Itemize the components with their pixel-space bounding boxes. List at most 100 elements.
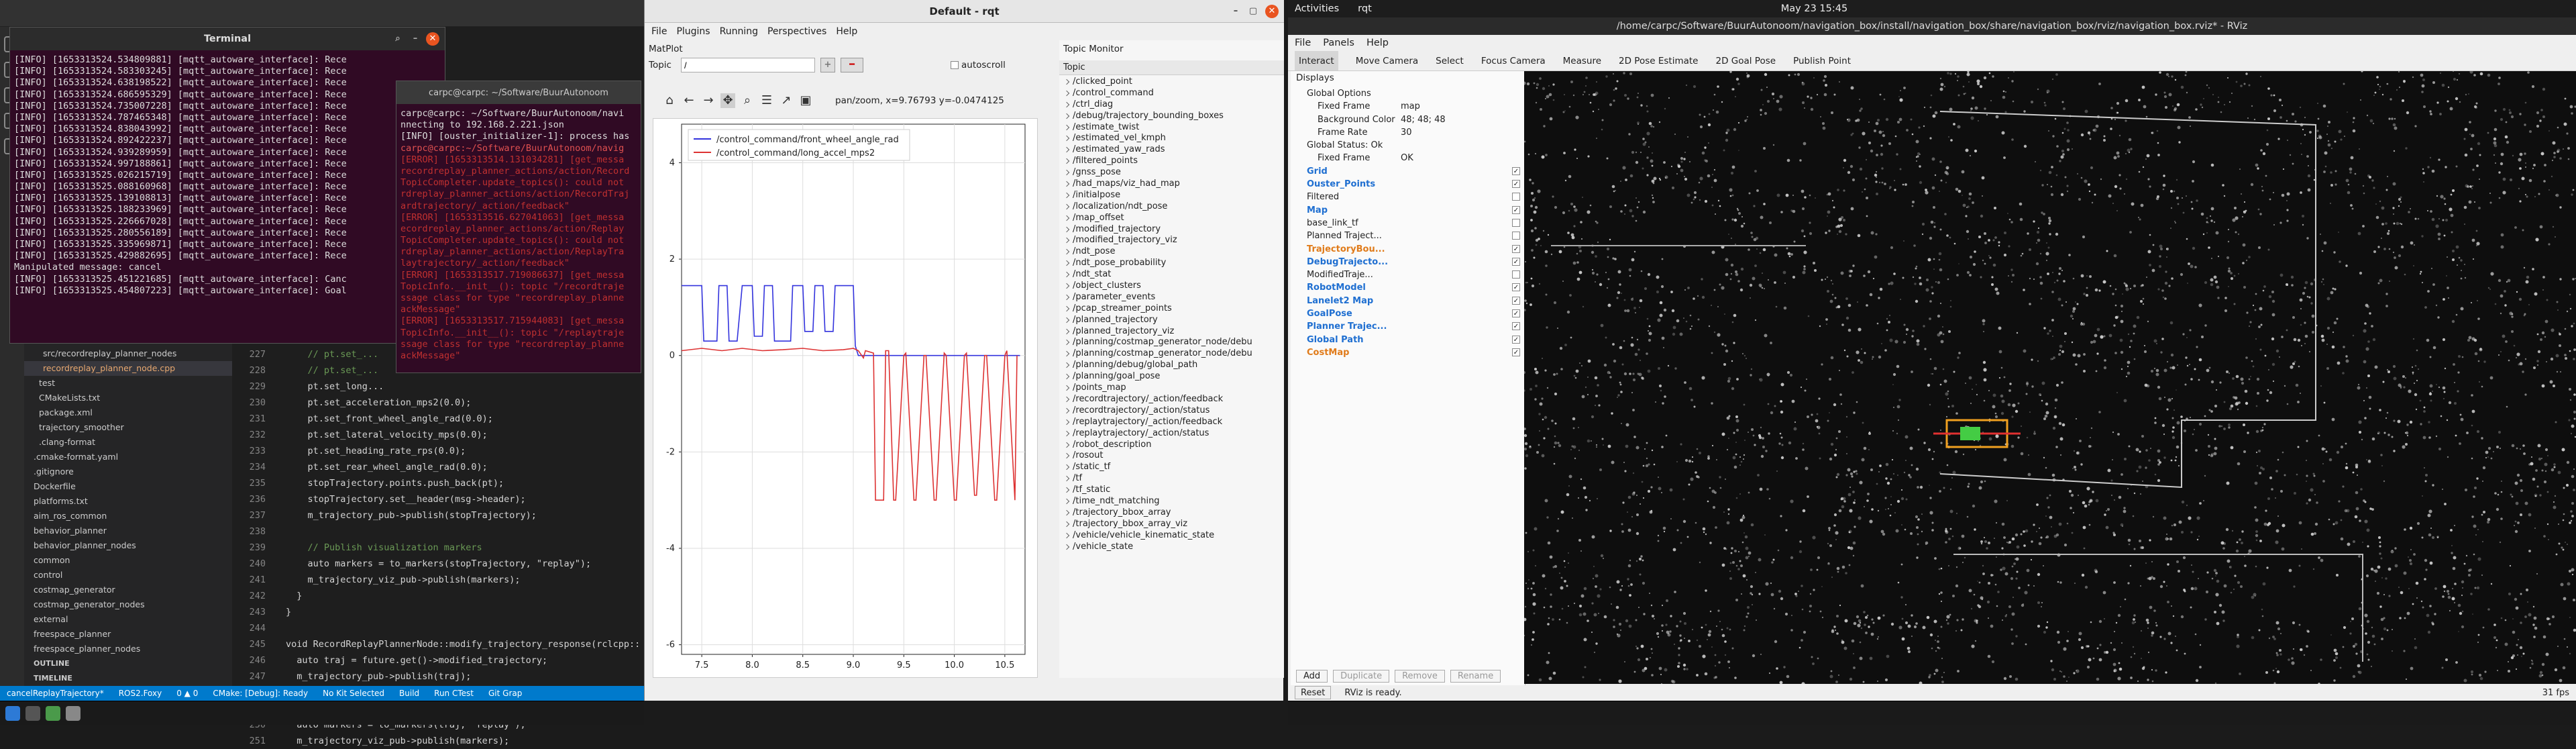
display-checkbox[interactable]: ✓: [1512, 166, 1520, 175]
topic-row[interactable]: /rosout: [1059, 450, 1284, 462]
reset-button[interactable]: Reset: [1295, 686, 1332, 699]
search-icon[interactable]: ⌕: [391, 32, 405, 46]
topic-row[interactable]: /time_ndt_matching: [1059, 496, 1284, 507]
display-checkbox[interactable]: ✓: [1512, 348, 1520, 356]
topic-row[interactable]: /tf: [1059, 473, 1284, 485]
back-icon[interactable]: ←: [682, 93, 696, 108]
explorer-item[interactable]: behavior_planner: [24, 523, 232, 538]
display-checkbox[interactable]: ✓: [1512, 244, 1520, 253]
topic-row[interactable]: /had_maps/viz_had_map: [1059, 179, 1284, 190]
status-item[interactable]: CMake: [Debug]: Ready: [213, 689, 308, 698]
topic-row[interactable]: /modified_trajectory: [1059, 224, 1284, 236]
display-item[interactable]: DebugTrajecto... ✓: [1291, 256, 1525, 268]
menu-item[interactable]: File: [1295, 35, 1311, 51]
display-item[interactable]: Planned Traject...: [1291, 230, 1525, 242]
explorer-item[interactable]: control: [24, 568, 232, 583]
tool-button[interactable]: Select: [1436, 51, 1464, 70]
display-item[interactable]: Grid ✓: [1291, 165, 1525, 178]
explorer-item[interactable]: package.xml: [24, 405, 232, 420]
topic-row[interactable]: /estimated_yaw_rads: [1059, 144, 1284, 156]
explorer-item[interactable]: costmap_generator_nodes: [24, 597, 232, 612]
activities-button[interactable]: Activities: [1295, 3, 1339, 14]
display-item[interactable]: TrajectoryBou... ✓: [1291, 243, 1525, 256]
terminal-window-secondary[interactable]: carpc@carpc: ~/Software/BuurAutonoom car…: [396, 81, 641, 373]
topic-header[interactable]: Topic: [1059, 60, 1284, 75]
menu-item[interactable]: Help: [1366, 35, 1389, 51]
tool-button[interactable]: 2D Pose Estimate: [1619, 51, 1698, 70]
home-icon[interactable]: ⌂: [662, 93, 677, 108]
minimize-icon[interactable]: –: [409, 32, 422, 46]
display-checkbox[interactable]: ✓: [1512, 205, 1520, 214]
zoom-icon[interactable]: ⌕: [740, 93, 755, 108]
topic-row[interactable]: /localization/ndt_pose: [1059, 201, 1284, 213]
save-icon[interactable]: ▣: [798, 93, 813, 108]
rviz-3d-viewport[interactable]: [1524, 71, 2576, 684]
explorer-item[interactable]: OUTLINE: [24, 656, 232, 671]
explorer-item[interactable]: trajectory_smoother: [24, 420, 232, 435]
topic-row[interactable]: /planning/costmap_generator_node/debu: [1059, 337, 1284, 348]
display-item[interactable]: Background Color 48; 48; 48: [1291, 113, 1525, 126]
display-item[interactable]: Filtered: [1291, 191, 1525, 203]
app-icon[interactable]: [66, 705, 80, 721]
display-item[interactable]: Fixed Frame OK: [1291, 152, 1525, 164]
topic-row[interactable]: /ndt_stat: [1059, 269, 1284, 281]
topic-row[interactable]: /ctrl_diag: [1059, 99, 1284, 111]
add-topic-button[interactable]: +: [820, 58, 835, 72]
app-icon[interactable]: [5, 705, 20, 721]
topic-row[interactable]: /trajectory_bbox_array: [1059, 507, 1284, 519]
app-menu[interactable]: rqt: [1358, 3, 1372, 14]
topic-row[interactable]: /control_command: [1059, 88, 1284, 99]
topic-row[interactable]: /parameter_events: [1059, 292, 1284, 303]
status-item[interactable]: Run CTest: [434, 689, 474, 698]
topic-row[interactable]: /vehicle/vehicle_kinematic_state: [1059, 530, 1284, 542]
explorer-item[interactable]: test: [24, 376, 232, 391]
topic-row[interactable]: /vehicle_state: [1059, 542, 1284, 553]
explorer-item[interactable]: platforms.txt: [24, 494, 232, 509]
display-item[interactable]: base_link_tf: [1291, 217, 1525, 230]
display-checkbox[interactable]: ✓: [1512, 335, 1520, 344]
explorer-item[interactable]: .cmake-format.yaml: [24, 450, 232, 464]
explorer-item[interactable]: external: [24, 612, 232, 627]
display-item[interactable]: Global Path ✓: [1291, 334, 1525, 346]
menu-item[interactable]: Help: [836, 23, 857, 40]
topic-row[interactable]: /recordtrajectory/_action/feedback: [1059, 394, 1284, 405]
topic-row[interactable]: /debug/trajectory_bounding_boxes: [1059, 111, 1284, 122]
topic-row[interactable]: /object_clusters: [1059, 281, 1284, 292]
topic-row[interactable]: /modified_trajectory_viz: [1059, 235, 1284, 246]
status-item[interactable]: Build: [399, 689, 419, 698]
topic-row[interactable]: /planned_trajectory_viz: [1059, 326, 1284, 338]
configure-icon[interactable]: ☰: [759, 93, 774, 108]
app-icon[interactable]: [25, 705, 40, 721]
pan-icon[interactable]: ✥: [720, 93, 735, 108]
explorer-item[interactable]: .gitignore: [24, 464, 232, 479]
menu-item[interactable]: File: [651, 23, 667, 40]
topic-row[interactable]: /initialpose: [1059, 190, 1284, 201]
tool-button[interactable]: Measure: [1563, 51, 1601, 70]
topic-row[interactable]: /static_tf: [1059, 462, 1284, 473]
topic-row[interactable]: /points_map: [1059, 383, 1284, 394]
topic-row[interactable]: /filtered_points: [1059, 156, 1284, 167]
display-item[interactable]: Frame Rate 30: [1291, 126, 1525, 139]
panel-button[interactable]: Add: [1296, 670, 1328, 683]
topic-row[interactable]: /ndt_pose_probability: [1059, 258, 1284, 269]
tool-button[interactable]: Interact: [1295, 51, 1338, 70]
explorer-item[interactable]: common: [24, 553, 232, 568]
explorer-item[interactable]: freespace_planner_nodes: [24, 642, 232, 656]
display-item[interactable]: GoalPose ✓: [1291, 307, 1525, 320]
app-icon[interactable]: [46, 705, 60, 721]
display-item[interactable]: Global Options: [1291, 87, 1525, 100]
panel-button[interactable]: Rename: [1450, 670, 1501, 683]
maximize-icon[interactable]: ▢: [1246, 5, 1260, 18]
topic-row[interactable]: /estimate_twist: [1059, 122, 1284, 134]
remove-topic-button[interactable]: ━: [841, 58, 863, 72]
minimize-icon[interactable]: –: [1229, 5, 1242, 18]
display-checkbox[interactable]: [1512, 218, 1520, 227]
explorer-item[interactable]: freespace_planner: [24, 627, 232, 642]
autoscroll-checkbox[interactable]: [951, 61, 959, 69]
display-item[interactable]: Fixed Frame map: [1291, 100, 1525, 113]
topic-row[interactable]: /pcap_streamer_points: [1059, 303, 1284, 315]
topic-row[interactable]: /replaytrajectory/_action/status: [1059, 428, 1284, 440]
display-item[interactable]: Global Status: Ok: [1291, 139, 1525, 152]
tool-button[interactable]: Publish Point: [1793, 51, 1851, 70]
menu-item[interactable]: Running: [720, 23, 758, 40]
